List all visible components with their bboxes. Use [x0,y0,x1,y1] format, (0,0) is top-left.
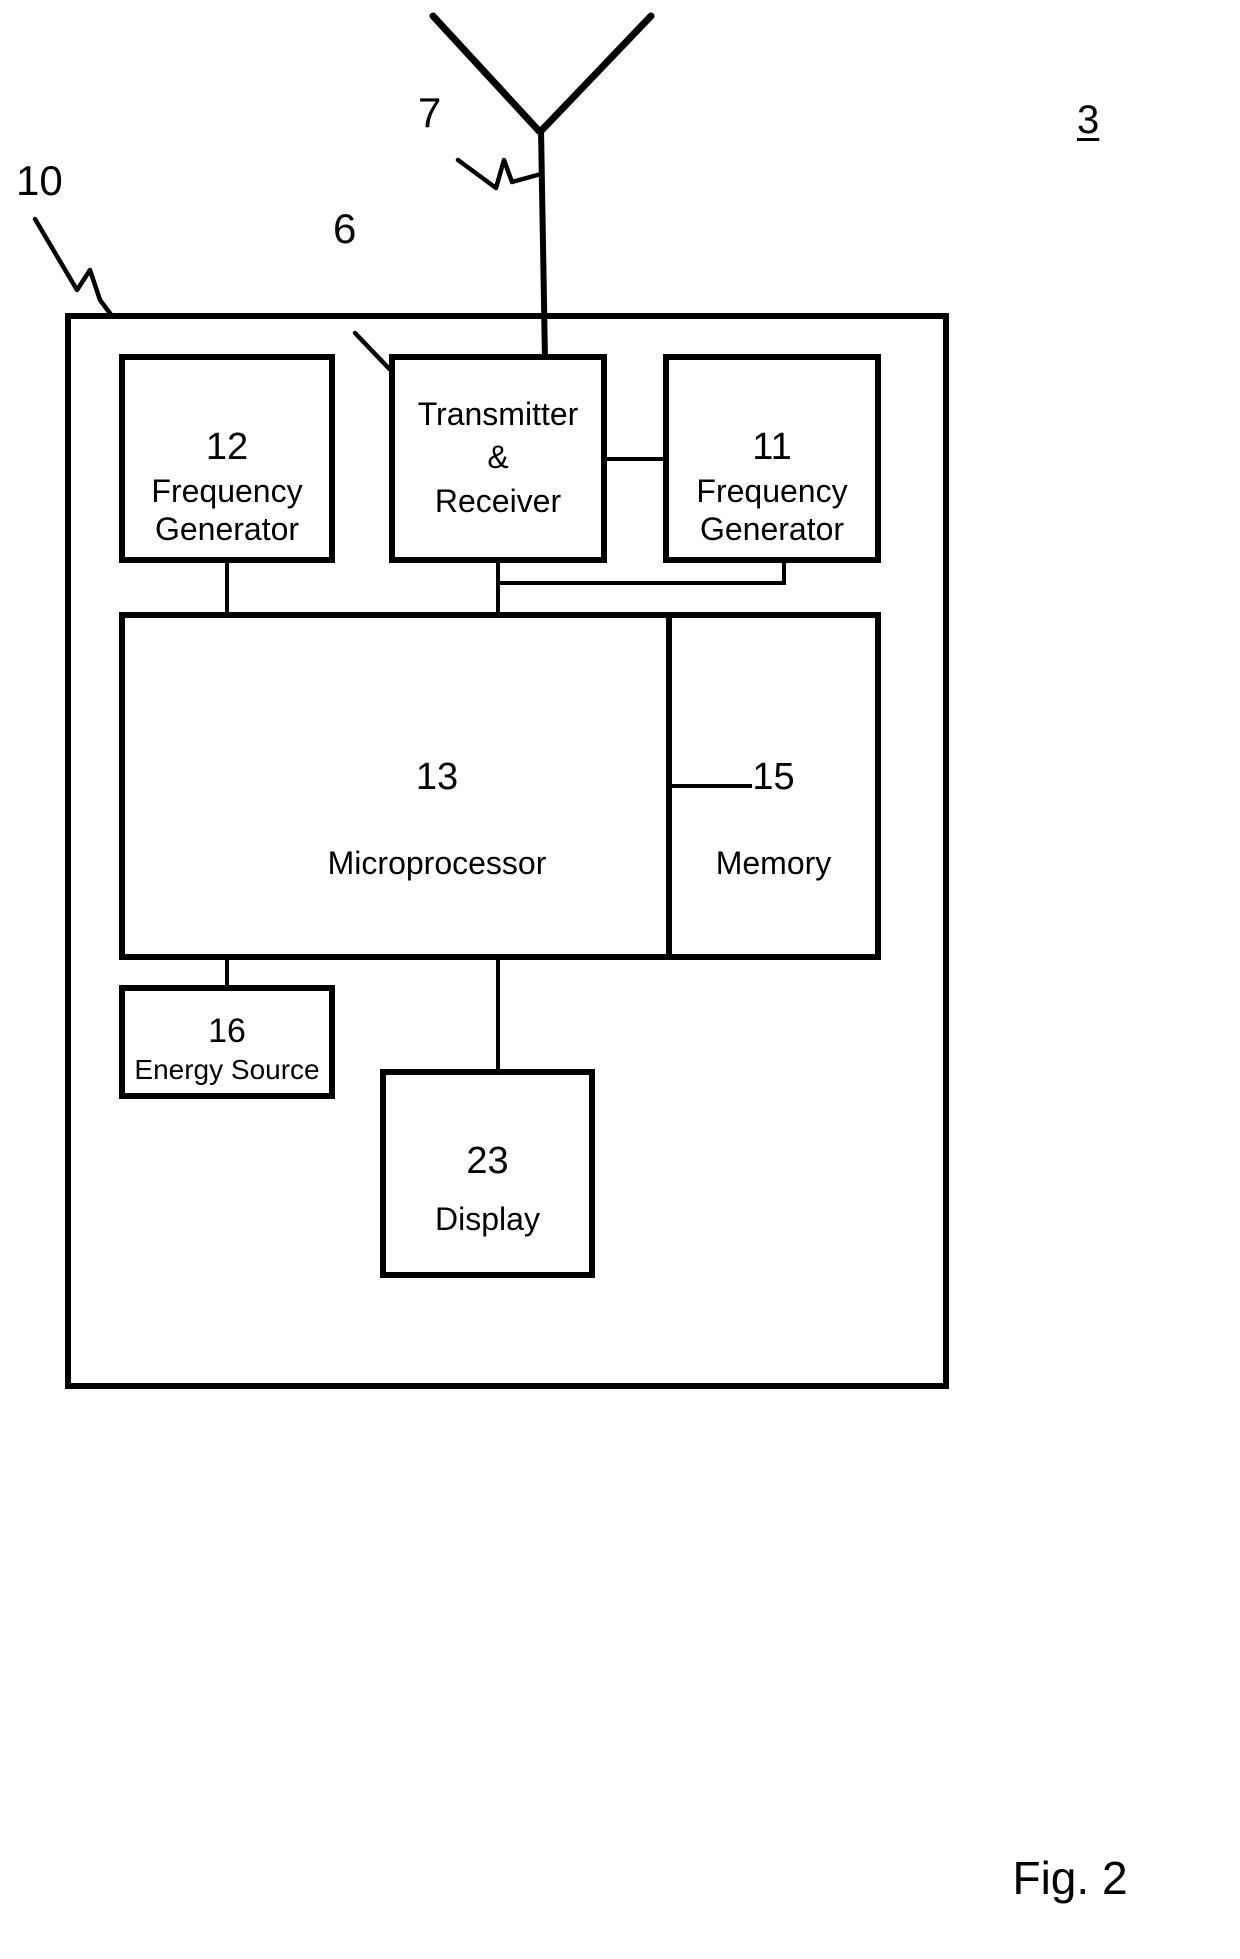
block-label-memory-15: 15 Memory [669,755,878,883]
block-number-15: 15 [752,756,795,798]
reference-numeral-housing: 10 [16,157,63,204]
block-title-energy-source: Energy Source [134,1053,320,1085]
block-title-transceiver-line1: Transmitter [417,396,579,432]
block-label-frequency-generator-11: 11 Frequency Generator [666,425,878,548]
block-number-13: 13 [415,756,459,798]
block-number-16: 16 [208,1012,246,1050]
antenna-symbol [429,12,655,361]
block-label-energy-source-16: 16 Energy Source [122,1012,332,1087]
block-label-display-23: 23 Display [383,1139,592,1239]
reference-numeral-device: 3 [1077,98,1100,142]
block-title-transceiver-line2: & [487,439,509,476]
block-title-memory: Memory [715,845,832,882]
block-label-transmitter-receiver: Transmitter & Receiver [392,396,604,520]
patent-figure-2: 3 7 10 6 12 Frequency Generator Transmit… [0,0,1240,1959]
figure-caption: Fig. 2 [1012,1852,1128,1904]
block-title-12-line2: Generator [154,510,300,547]
connector-fg11-to-microprocessor [498,560,786,585]
figure-linework [32,12,949,1389]
block-number-23: 23 [466,1140,509,1182]
block-title-microprocessor: Microprocessor [327,845,547,882]
leader-line-antenna [455,157,544,191]
block-title-11-line1: Frequency [696,473,848,510]
block-title-11-line2: Generator [699,510,845,547]
block-number-11: 11 [752,426,792,468]
leader-line-housing [32,216,115,319]
block-label-microprocessor-13: 13 Microprocessor [122,755,752,883]
block-title-transceiver-line3: Receiver [434,482,562,519]
block-number-12: 12 [205,426,249,468]
block-label-frequency-generator-12: 12 Frequency Generator [122,425,332,548]
block-title-12-line1: Frequency [151,473,303,510]
reference-numeral-transceiver: 6 [333,205,357,252]
reference-numeral-antenna: 7 [418,89,442,136]
block-title-display: Display [435,1201,540,1238]
